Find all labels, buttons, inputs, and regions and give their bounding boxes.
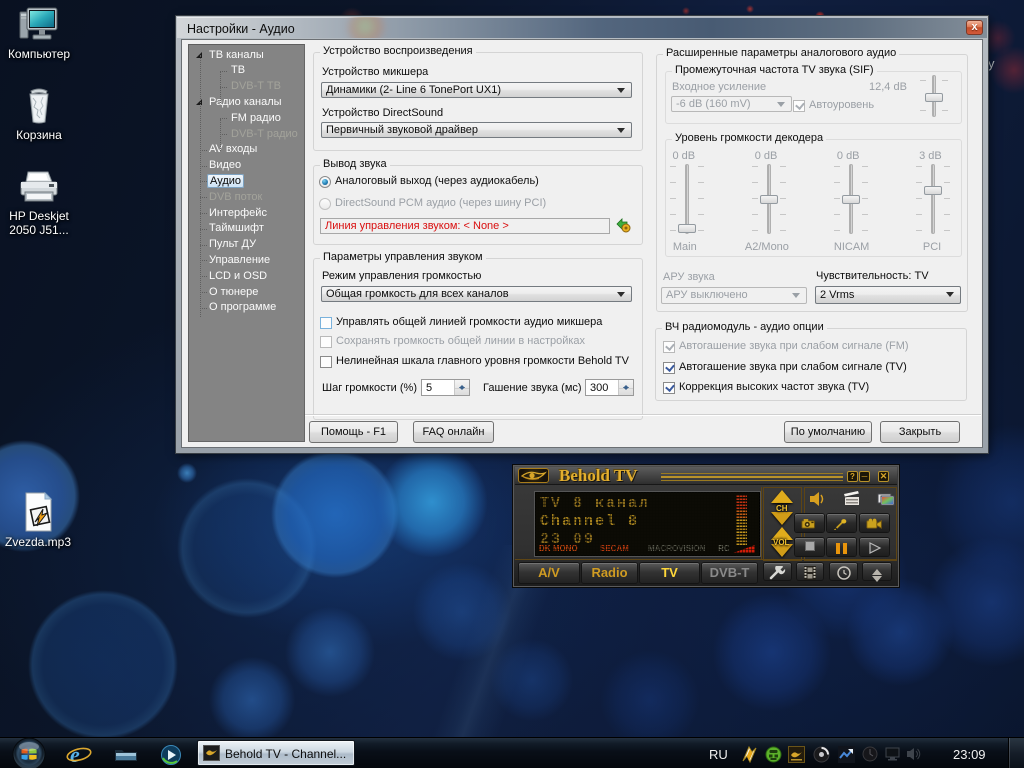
- svg-text:e: e: [70, 742, 80, 766]
